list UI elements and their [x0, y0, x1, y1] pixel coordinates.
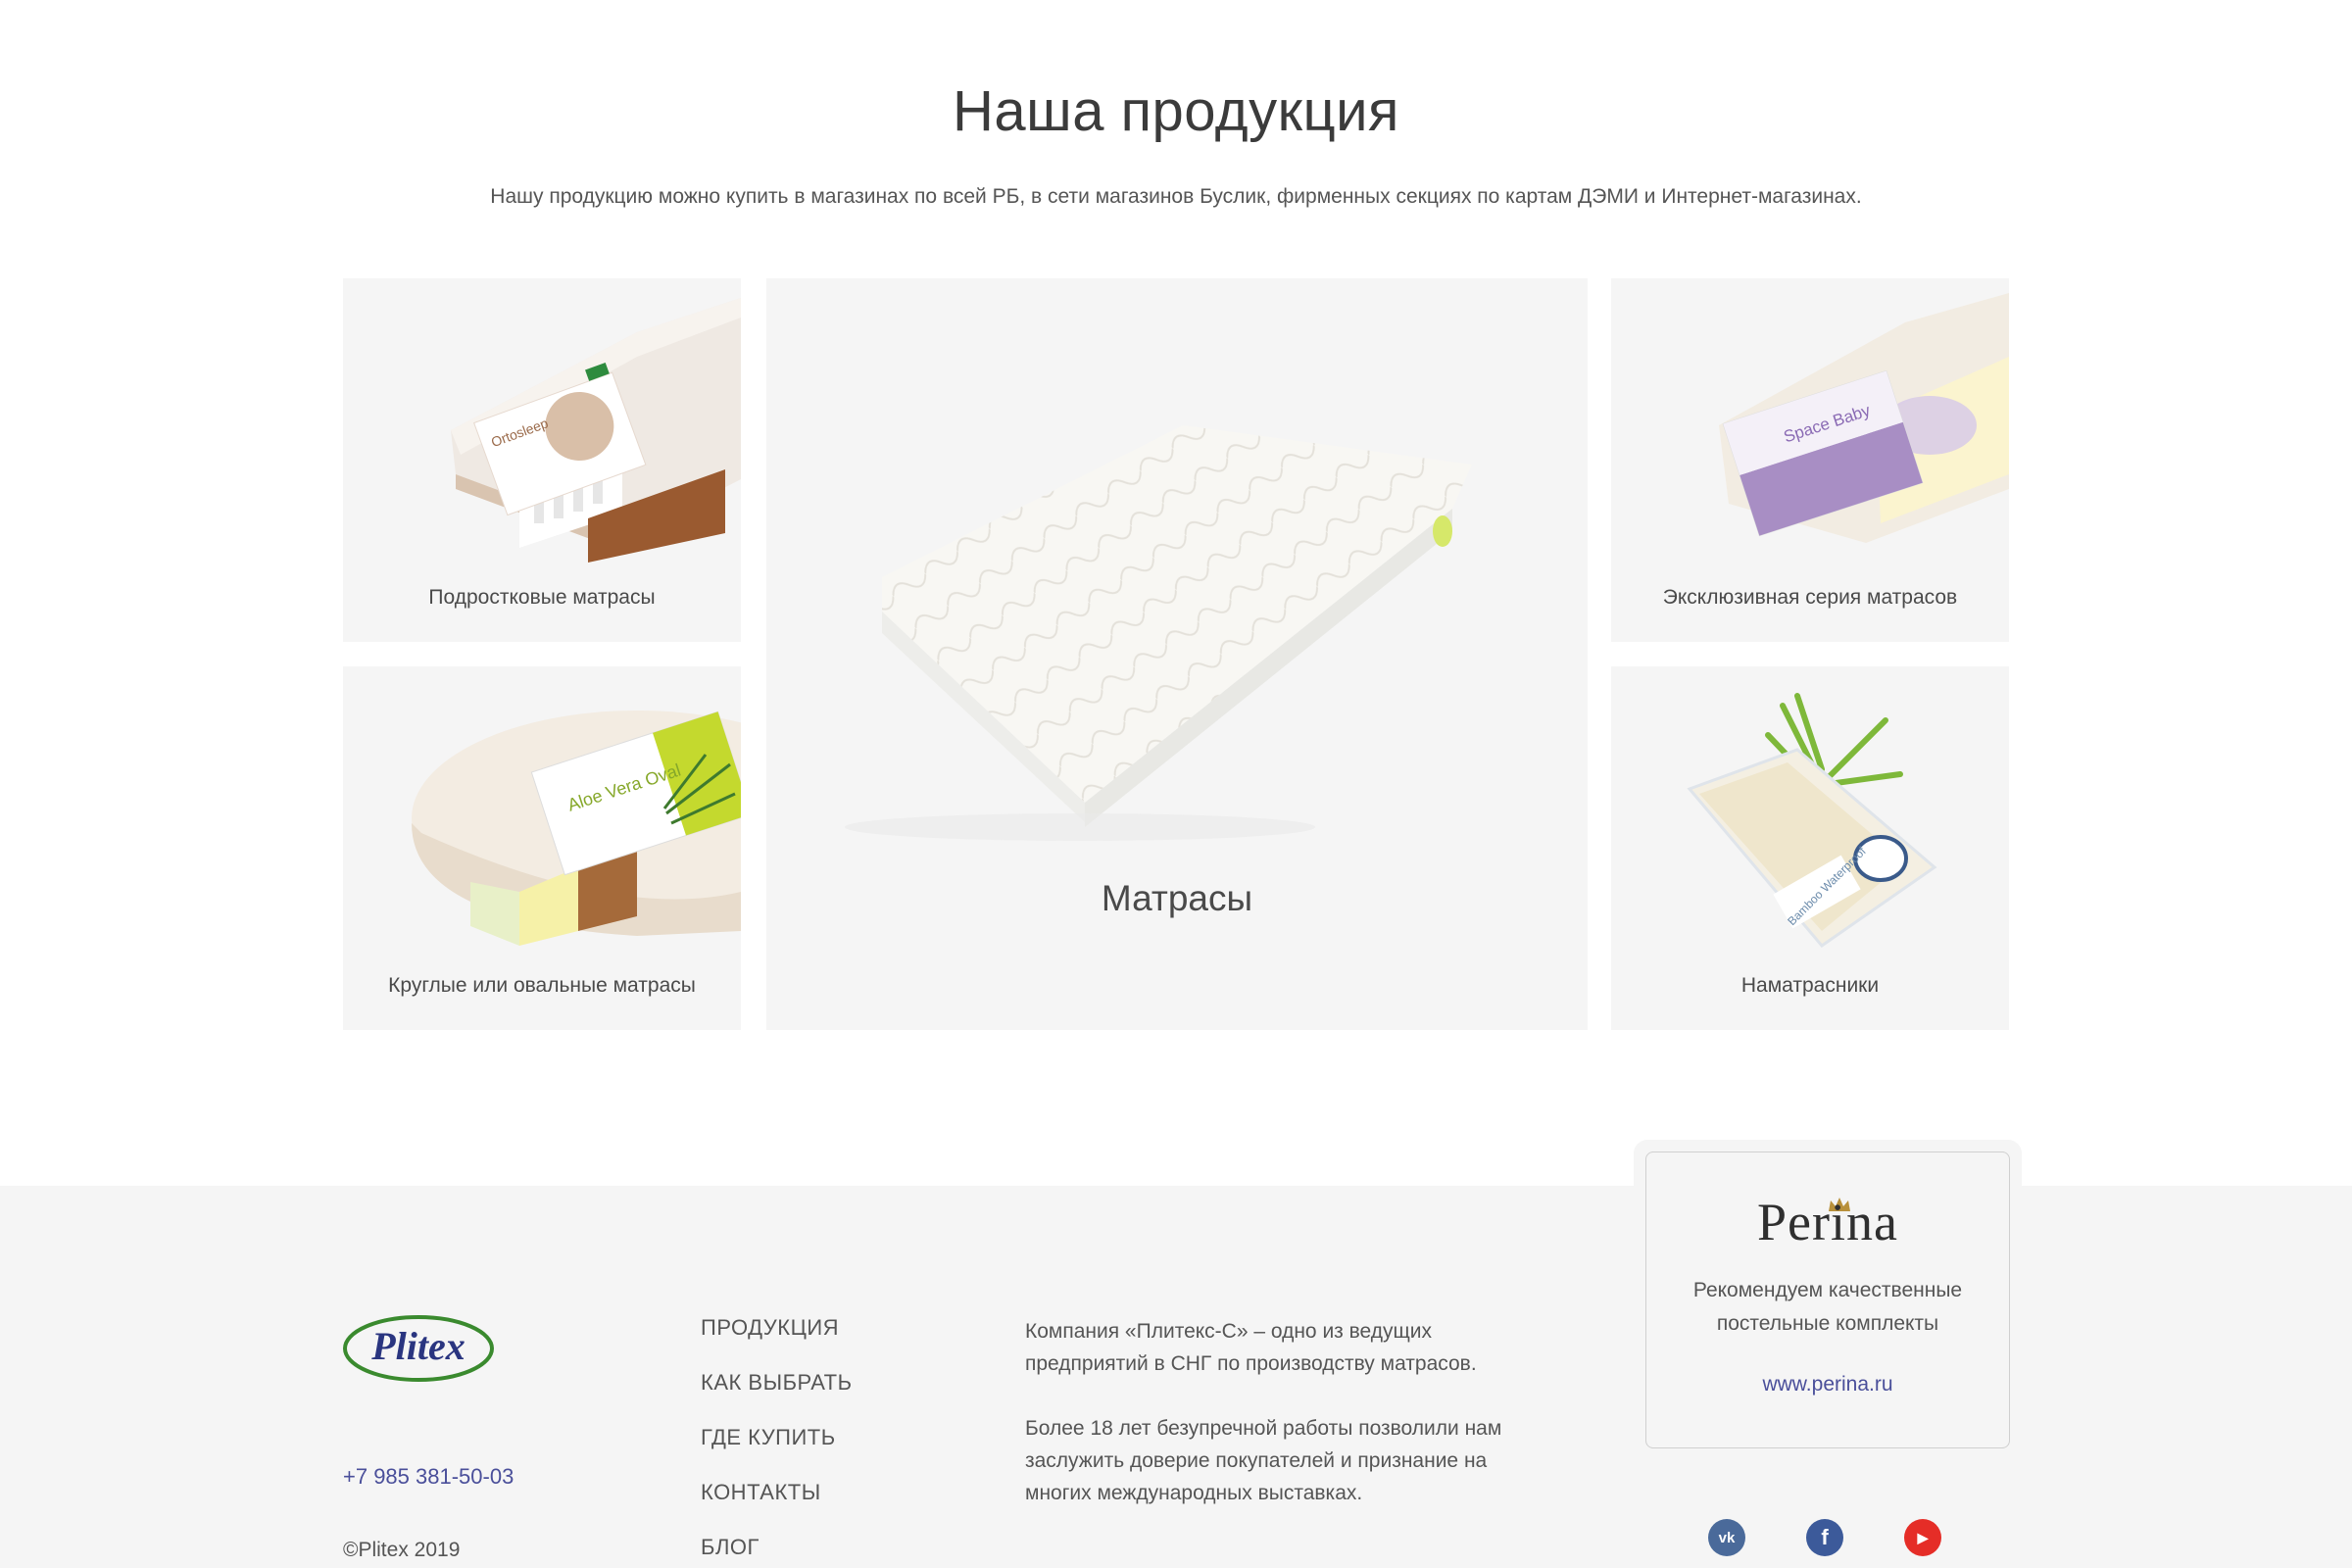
nav-link-contacts[interactable]: КОНТАКТЫ: [701, 1480, 853, 1535]
card-label-round: Круглые или овальные матрасы: [388, 974, 696, 997]
nav-link-where-to-buy[interactable]: ГДЕ КУПИТЬ: [701, 1425, 853, 1480]
perina-logo: Perina: [1757, 1193, 1898, 1251]
product-card-round[interactable]: Aloe Vera Oval Круглые или овальные матр…: [343, 666, 741, 1030]
section-title: Наша продукция: [953, 79, 1399, 143]
card-label-mattress: Матрасы: [1101, 878, 1253, 918]
plitex-logo-text: Plitex: [370, 1324, 466, 1368]
youtube-icon[interactable]: ▶: [1904, 1519, 1941, 1556]
about-paragraph: Более 18 лет безупречной работы позволил…: [1025, 1417, 1502, 1504]
footer-nav: ПРОДУКЦИЯ КАК ВЫБРАТЬ ГДЕ КУПИТЬ КОНТАКТ…: [701, 1315, 853, 1568]
company-about: Компания «Плитекс-С» – одно из ведущих п…: [1025, 1315, 1535, 1542]
vk-icon[interactable]: vk: [1708, 1519, 1745, 1556]
nav-link-products[interactable]: ПРОДУКЦИЯ: [701, 1315, 853, 1370]
product-card-mattress[interactable]: Матрасы: [766, 278, 1588, 1030]
about-paragraph: Компания «Плитекс-С» – одно из ведущих п…: [1025, 1320, 1477, 1375]
card-label-exclusive: Эксклюзивная серия матрасов: [1662, 586, 1958, 609]
copyright: ©Plitex 2019: [343, 1539, 461, 1561]
product-card-cover[interactable]: Bamboo Waterproof Наматрасники: [1611, 666, 2009, 1030]
perina-promo: Perina Рекомендуем качественные постельн…: [1645, 1152, 2010, 1448]
card-label-teen: Подростковые матрасы: [428, 586, 656, 609]
phone-link[interactable]: +7 985 381-50-03: [343, 1464, 514, 1490]
perina-link[interactable]: www.perina.ru: [1646, 1373, 2009, 1396]
nav-link-blog[interactable]: БЛОГ: [701, 1535, 853, 1568]
plitex-logo[interactable]: Plitex: [342, 1313, 495, 1384]
nav-link-how-to-choose[interactable]: КАК ВЫБРАТЬ: [701, 1370, 853, 1425]
perina-description: Рекомендуем качественные постельные комп…: [1692, 1279, 1963, 1335]
section-subtitle: Нашу продукцию можно купить в магазинах …: [490, 185, 1862, 208]
card-label-cover: Наматрасники: [1740, 974, 1880, 997]
products-section: Наша продукция Нашу продукцию можно купи…: [0, 0, 2352, 1186]
facebook-icon[interactable]: f: [1806, 1519, 1843, 1556]
product-card-exclusive[interactable]: Space Baby Эксклюзивная серия матрасов: [1611, 278, 2009, 642]
product-card-teen[interactable]: Ortosleep Подростковые матрасы: [343, 278, 741, 642]
